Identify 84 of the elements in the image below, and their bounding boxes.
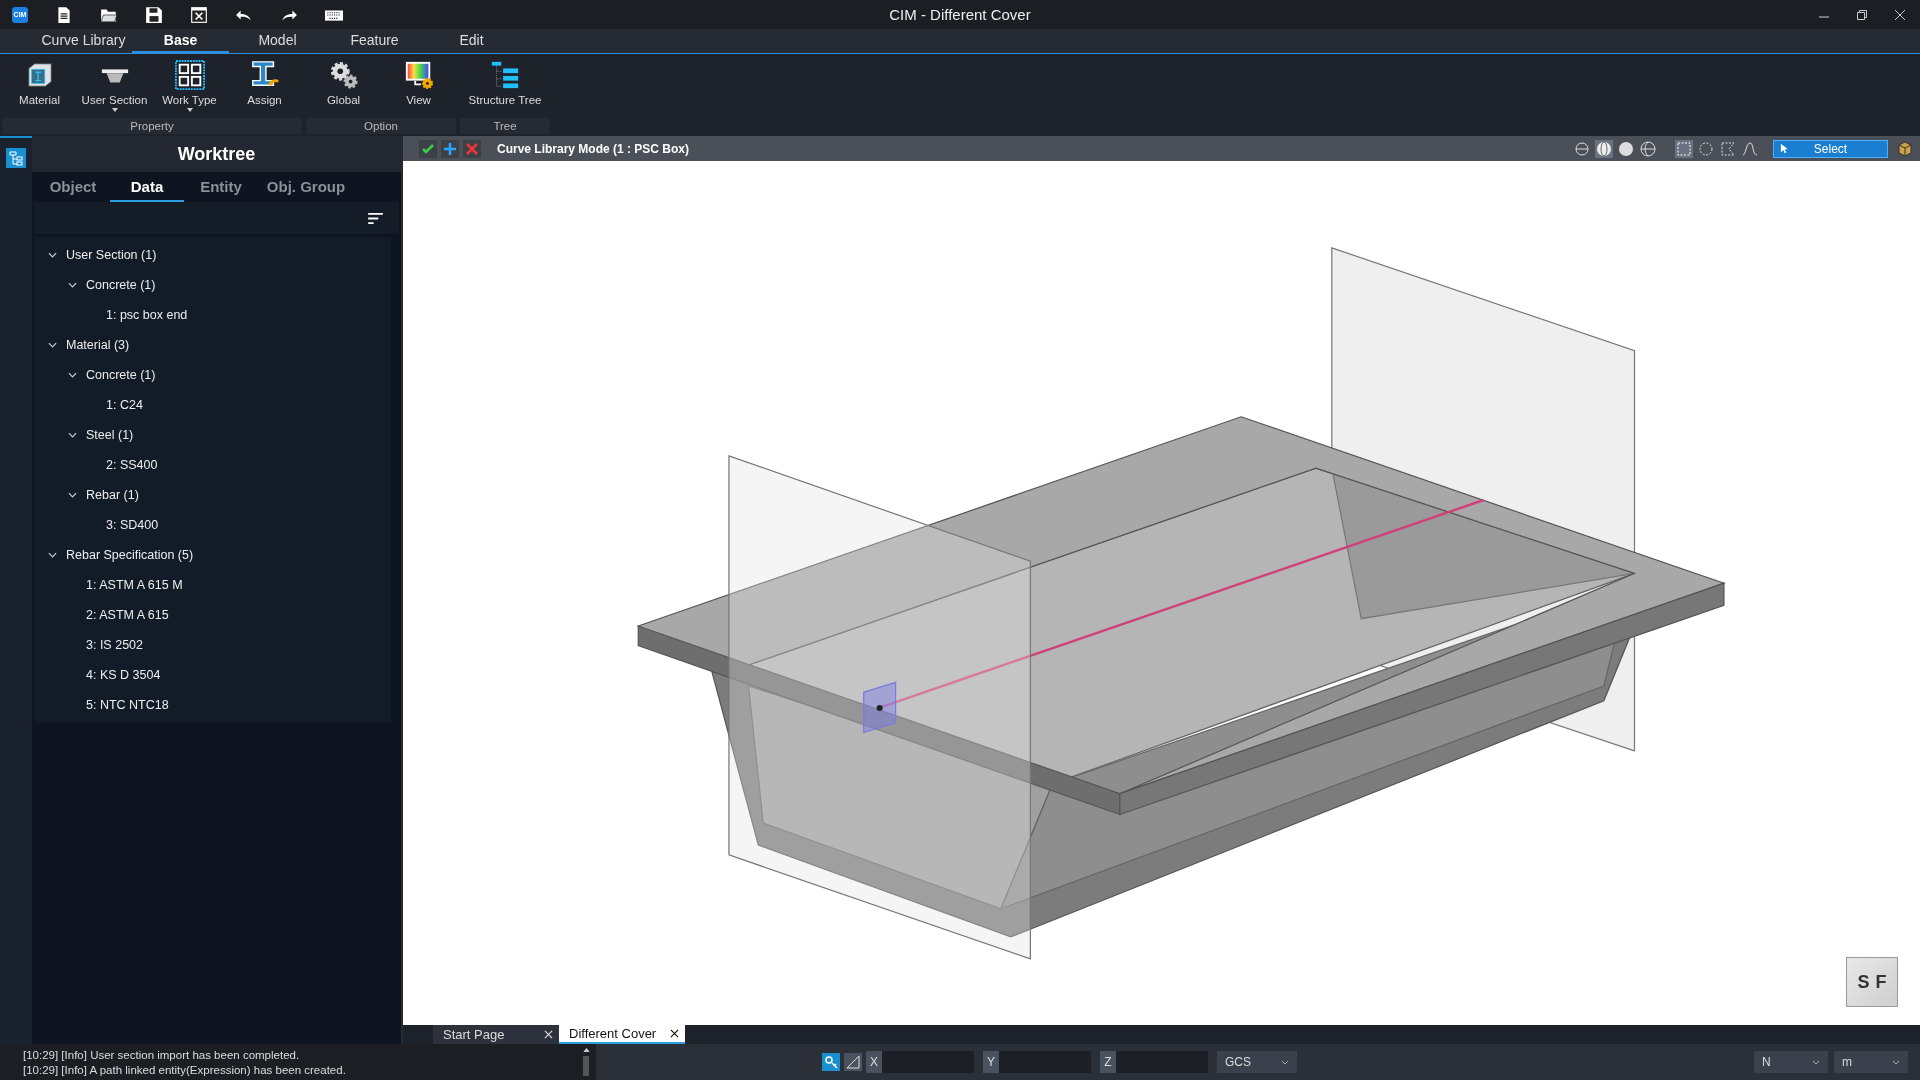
- chevron-icon[interactable]: [47, 342, 57, 348]
- origin-marker-icon: [863, 681, 897, 734]
- chevron-icon[interactable]: [67, 432, 77, 438]
- chevron-icon[interactable]: [47, 552, 57, 558]
- tree-item[interactable]: 4: KS D 3504: [82, 668, 161, 682]
- new-file-icon[interactable]: [55, 5, 73, 24]
- close-tab-icon[interactable]: [670, 1029, 680, 1038]
- restore-icon[interactable]: [1856, 8, 1868, 21]
- tree-item[interactable]: Rebar (1): [82, 488, 139, 502]
- save-icon[interactable]: [145, 5, 163, 24]
- panel-tab[interactable]: Object: [36, 172, 110, 202]
- box-select-icon[interactable]: [1675, 139, 1693, 158]
- log-message: [10:29] [Info] A path linked entity(Expression) has been created.: [23, 1063, 347, 1076]
- ribbon-tab[interactable]: Curve Library: [35, 29, 132, 53]
- tree-item[interactable]: 3: SD400: [102, 518, 159, 532]
- scroll-up-icon[interactable]: [582, 1048, 590, 1052]
- document-tab[interactable]: Start Page: [433, 1025, 559, 1044]
- ribbon-button[interactable]: View: [381, 58, 456, 118]
- view-cube[interactable]: S F: [1846, 957, 1898, 1007]
- tree-item[interactable]: Steel (1): [82, 428, 134, 442]
- tree-item[interactable]: 5: NTC NTC18: [82, 698, 169, 712]
- grid-icon: [174, 60, 205, 90]
- ribbon-group-label: Tree: [460, 118, 550, 134]
- wireframe-sphere-icon[interactable]: [1595, 139, 1613, 158]
- chevron-icon[interactable]: [67, 372, 77, 378]
- ribbon-button[interactable]: User Section: [77, 58, 152, 118]
- panel-tab[interactable]: Entity: [184, 172, 258, 202]
- ribbon-button[interactable]: Global: [306, 58, 381, 118]
- tree-item[interactable]: Concrete (1): [82, 368, 156, 382]
- solid-sphere-icon[interactable]: [1617, 139, 1635, 158]
- view-cube-face-label: S: [1857, 971, 1870, 993]
- chevron-icon[interactable]: [67, 492, 77, 498]
- caret-icon: [1812, 1059, 1820, 1065]
- close-icon[interactable]: [1894, 8, 1906, 21]
- ribbon-button[interactable]: Work Type: [152, 58, 227, 118]
- tree-item[interactable]: Material (3): [62, 338, 130, 352]
- ruler-angle-icon[interactable]: [844, 1053, 862, 1071]
- panel-title: Worktree: [32, 136, 401, 172]
- chevron-icon[interactable]: [47, 252, 57, 258]
- ribbon-button[interactable]: Structure Tree: [460, 58, 550, 118]
- ribbon-button[interactable]: Assign: [227, 58, 302, 118]
- view-cube-face-label: F: [1875, 971, 1887, 993]
- panel-tab[interactable]: Obj. Group: [258, 172, 354, 202]
- ribbon-tab[interactable]: Feature: [326, 29, 423, 53]
- polygon-select-icon[interactable]: [1719, 139, 1737, 158]
- force-unit-dropdown[interactable]: N: [1754, 1051, 1828, 1073]
- scrollbar-thumb[interactable]: [583, 1056, 589, 1076]
- ribbon-tab[interactable]: Model: [229, 29, 326, 53]
- tree-item[interactable]: 2: SS400: [102, 458, 158, 472]
- log-message: [10:29] [Info] User section import has been completed.: [23, 1048, 301, 1061]
- ribbon-group-label: Option: [306, 118, 456, 134]
- globe-icon[interactable]: [1639, 139, 1657, 158]
- cube-view-icon[interactable]: [1896, 139, 1914, 158]
- caret-icon: [1281, 1059, 1289, 1065]
- tree-item[interactable]: 3: IS 2502: [82, 638, 143, 652]
- tree-item[interactable]: 1: psc box end: [102, 308, 188, 322]
- tree-item[interactable]: User Section (1): [62, 248, 157, 262]
- sort-icon[interactable]: [368, 212, 383, 224]
- cursor-icon: [1780, 143, 1788, 154]
- tree-structure-icon: [490, 60, 520, 90]
- tree-item[interactable]: 2: ASTM A 615: [82, 608, 169, 622]
- monitor-settings-icon: [403, 60, 434, 90]
- plus-icon[interactable]: [441, 139, 459, 158]
- gears-icon: [328, 60, 359, 90]
- close-window-icon[interactable]: [190, 5, 208, 24]
- window-title: CIM - Different Cover: [889, 6, 1031, 23]
- chevron-icon[interactable]: [67, 282, 77, 288]
- ribbon-tab[interactable]: Edit: [423, 29, 520, 53]
- tree-item[interactable]: 1: C24: [102, 398, 143, 412]
- document-tab[interactable]: Different Cover: [559, 1025, 686, 1044]
- ribbon-button[interactable]: Material: [2, 58, 77, 118]
- ribbon-group-label: Property: [2, 118, 302, 134]
- coordinate-system-dropdown[interactable]: GCS: [1217, 1051, 1297, 1073]
- tree-item[interactable]: Concrete (1): [82, 278, 156, 292]
- caret-icon: [1892, 1059, 1900, 1065]
- check-icon[interactable]: [419, 139, 437, 158]
- select-button[interactable]: Select: [1773, 139, 1888, 158]
- mode-title: Curve Library Mode (1 : PSC Box): [497, 141, 690, 156]
- cancel-icon[interactable]: [463, 139, 481, 158]
- circle-select-icon[interactable]: [1697, 139, 1715, 158]
- tree-item[interactable]: 1: ASTM A 615 M: [82, 578, 183, 592]
- tree-item[interactable]: Rebar Specification (5): [62, 548, 194, 562]
- length-unit-dropdown[interactable]: m: [1834, 1051, 1908, 1073]
- tree-panel-icon[interactable]: [6, 148, 26, 168]
